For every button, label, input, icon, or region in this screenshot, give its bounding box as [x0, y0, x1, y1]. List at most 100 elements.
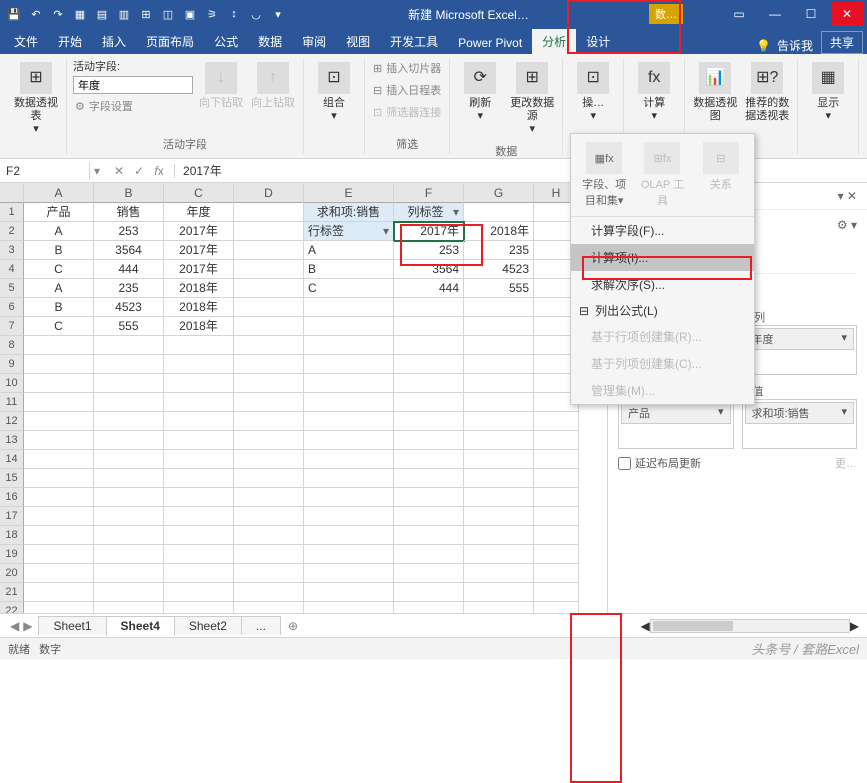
list-formulas-item[interactable]: ⊟ 列出公式(L) — [571, 298, 754, 323]
tab-data[interactable]: 数据 — [248, 29, 292, 54]
qat-icon[interactable]: ↕ — [224, 4, 244, 24]
cell[interactable] — [464, 298, 534, 317]
cell[interactable] — [234, 298, 304, 317]
cell[interactable] — [394, 317, 464, 336]
cell[interactable] — [304, 583, 394, 602]
cell[interactable]: C — [24, 260, 94, 279]
tab-home[interactable]: 开始 — [48, 29, 92, 54]
col-header[interactable]: G — [464, 183, 534, 203]
cell[interactable] — [464, 545, 534, 564]
cell[interactable]: 444 — [94, 260, 164, 279]
row-header[interactable]: 7 — [0, 317, 24, 336]
prev-sheet-icon[interactable]: ◀ — [10, 619, 19, 633]
name-box[interactable]: F2 — [0, 162, 90, 180]
actions-button[interactable]: ⊡ 操…▾ — [569, 58, 617, 127]
qat-icon[interactable]: ◫ — [158, 4, 178, 24]
cell[interactable] — [464, 412, 534, 431]
col-header[interactable]: C — [164, 183, 234, 203]
qat-icon[interactable]: ▥ — [114, 4, 134, 24]
cell[interactable]: A — [304, 241, 394, 260]
cell[interactable]: 年度 — [164, 203, 234, 222]
cell[interactable] — [534, 526, 579, 545]
show-button[interactable]: ▦ 显示▾ — [804, 58, 852, 127]
cell[interactable] — [234, 222, 304, 241]
cell[interactable] — [24, 431, 94, 450]
cell[interactable] — [24, 583, 94, 602]
qat-icon[interactable]: ⚞ — [202, 4, 222, 24]
cell[interactable] — [24, 355, 94, 374]
row-header[interactable]: 22 — [0, 602, 24, 613]
cell[interactable] — [464, 374, 534, 393]
cell[interactable] — [164, 431, 234, 450]
cell[interactable] — [394, 393, 464, 412]
share-button[interactable]: 共享 — [821, 31, 863, 54]
redo-icon[interactable]: ↷ — [48, 4, 68, 24]
cell[interactable] — [464, 583, 534, 602]
cell[interactable] — [164, 488, 234, 507]
cell[interactable] — [94, 526, 164, 545]
cell[interactable] — [94, 469, 164, 488]
cell[interactable] — [464, 355, 534, 374]
row-header[interactable]: 6 — [0, 298, 24, 317]
change-source-button[interactable]: ⊞ 更改数据源▾ — [508, 58, 556, 141]
cell[interactable] — [164, 450, 234, 469]
drill-up-button[interactable]: ↑ 向上钻取 — [249, 58, 297, 114]
cell[interactable]: 2018年 — [164, 317, 234, 336]
col-header[interactable]: A — [24, 183, 94, 203]
cell[interactable]: 253 — [394, 241, 464, 260]
cell[interactable]: 销售 — [94, 203, 164, 222]
cell[interactable]: 2017年 — [164, 260, 234, 279]
cell[interactable]: 3564 — [394, 260, 464, 279]
insert-timeline-button[interactable]: ⊟ 插入日程表 — [371, 80, 443, 100]
cell[interactable] — [164, 412, 234, 431]
cell[interactable] — [234, 203, 304, 222]
cancel-icon[interactable]: ✕ — [110, 164, 128, 178]
row-header[interactable]: 13 — [0, 431, 24, 450]
tab-analyze[interactable]: 分析 — [532, 29, 576, 54]
fx-icon[interactable]: fx — [150, 164, 168, 178]
cell[interactable] — [394, 355, 464, 374]
cell[interactable] — [164, 393, 234, 412]
cell[interactable] — [464, 431, 534, 450]
row-header[interactable]: 11 — [0, 393, 24, 412]
row-header[interactable]: 20 — [0, 564, 24, 583]
pivot-table-button[interactable]: ⊞ 数据透视表▾ — [12, 58, 60, 141]
col-header[interactable]: D — [234, 183, 304, 203]
cell[interactable] — [534, 583, 579, 602]
spreadsheet-grid[interactable]: A B C D E F G H 1产品销售年度求和项:销售列标签▾2A25320… — [0, 183, 607, 613]
tab-file[interactable]: 文件 — [4, 29, 48, 54]
cell[interactable]: B — [304, 260, 394, 279]
cell[interactable] — [394, 488, 464, 507]
select-all-corner[interactable] — [0, 183, 24, 203]
cell[interactable] — [94, 583, 164, 602]
cell[interactable] — [304, 545, 394, 564]
insert-slicer-button[interactable]: ⊞ 插入切片器 — [371, 58, 443, 78]
columns-dropzone[interactable]: 年度▾ — [742, 325, 858, 375]
row-header[interactable]: 3 — [0, 241, 24, 260]
sheet-tab[interactable]: Sheet1 — [38, 616, 106, 635]
cell[interactable] — [394, 545, 464, 564]
close-icon[interactable]: ✕ — [831, 2, 863, 26]
row-header[interactable]: 16 — [0, 488, 24, 507]
cell[interactable] — [534, 488, 579, 507]
tab-formulas[interactable]: 公式 — [204, 29, 248, 54]
undo-icon[interactable]: ↶ — [26, 4, 46, 24]
tab-insert[interactable]: 插入 — [92, 29, 136, 54]
cell[interactable] — [534, 507, 579, 526]
cell[interactable] — [304, 488, 394, 507]
qat-icon[interactable]: ▦ — [70, 4, 90, 24]
cell[interactable] — [534, 412, 579, 431]
values-dropzone[interactable]: 求和项:销售▾ — [742, 399, 858, 449]
cell[interactable] — [394, 564, 464, 583]
cell[interactable]: 2017年 — [394, 222, 464, 241]
cell[interactable] — [94, 393, 164, 412]
cell[interactable] — [304, 602, 394, 613]
cell[interactable] — [534, 431, 579, 450]
cell[interactable] — [394, 469, 464, 488]
tab-view[interactable]: 视图 — [336, 29, 380, 54]
row-header[interactable]: 5 — [0, 279, 24, 298]
cell[interactable]: 555 — [464, 279, 534, 298]
cell[interactable]: B — [24, 241, 94, 260]
cell[interactable] — [394, 507, 464, 526]
cell[interactable] — [24, 469, 94, 488]
